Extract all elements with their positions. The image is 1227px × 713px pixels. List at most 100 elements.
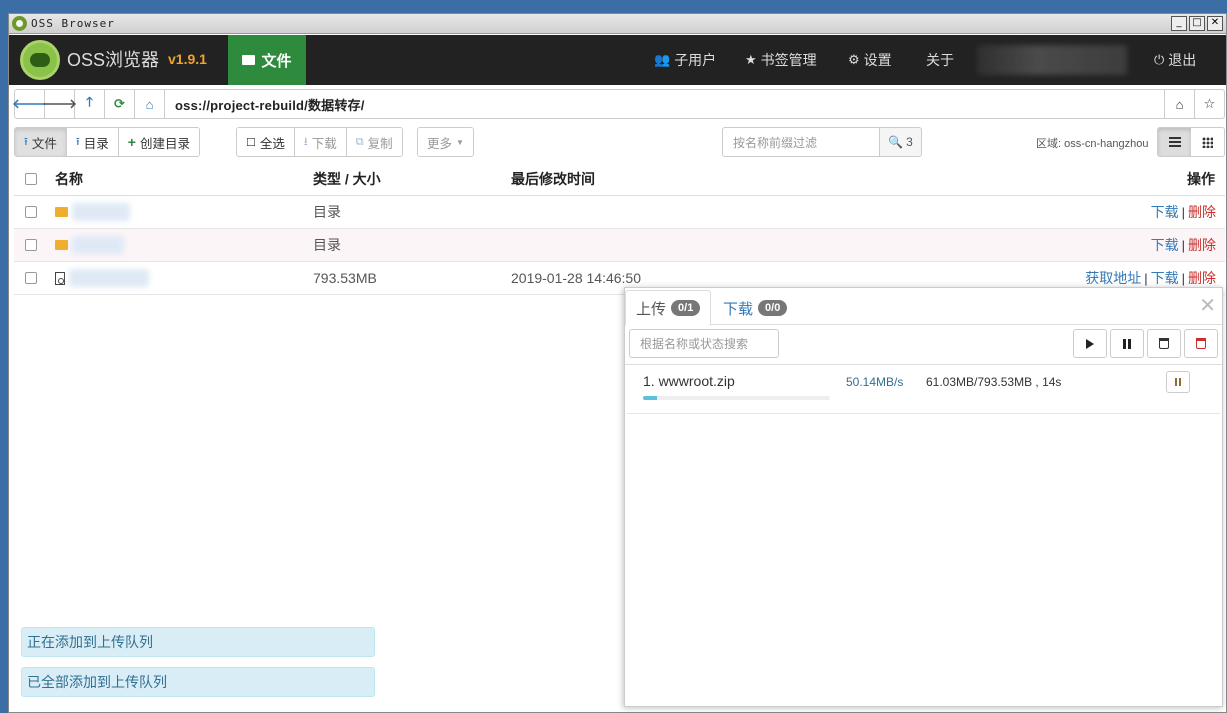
transfer-tabs: 上传 0/1 下载 0/0 ✕: [625, 288, 1222, 326]
job-progress-fill: [643, 396, 658, 400]
start-all-button[interactable]: [1073, 329, 1107, 358]
row-delete-link[interactable]: 删除: [1188, 268, 1216, 288]
nav-logout[interactable]: ⏻ 退出: [1154, 35, 1196, 85]
bookmark-button[interactable]: ☆: [1194, 90, 1224, 118]
clear-finished-button[interactable]: [1147, 329, 1181, 358]
back-button[interactable]: 🡐: [12, 90, 47, 118]
create-dir-label: 创建目录: [139, 136, 190, 151]
folder-icon: [55, 207, 68, 217]
row-delete-link[interactable]: 删除: [1188, 235, 1216, 255]
row-download-link[interactable]: 下载: [1151, 202, 1179, 222]
select-all-label: 全选: [259, 136, 285, 151]
transfer-search-input[interactable]: 根据名称或状态搜索: [629, 329, 779, 358]
maximize-button[interactable]: □: [1189, 16, 1205, 31]
row-get-url-link[interactable]: 获取地址: [1085, 268, 1141, 288]
download-button[interactable]: ⭳ 下载: [294, 128, 347, 156]
minimize-button[interactable]: _: [1171, 16, 1187, 31]
upload-badge: 0/1: [671, 300, 701, 316]
panel-close-icon[interactable]: ✕: [1199, 296, 1216, 316]
address-bar: 🡐 🡒 🡑 ⟳ ⌂ oss://project-rebuild/数据转存/ ⌂ …: [12, 89, 1225, 119]
tab-download[interactable]: 下载 0/0: [713, 290, 797, 326]
row-checkbox[interactable]: [25, 262, 37, 294]
table-row[interactable]: 目录 下载 | 删除: [14, 196, 1225, 229]
table-header: 名称 类型 / 大小 最后修改时间 操作: [14, 162, 1225, 196]
job-progress-bar: [643, 396, 830, 400]
nav-about[interactable]: 关于: [926, 35, 954, 85]
nav-tab-files[interactable]: 文件: [228, 35, 306, 85]
nav-bookmarks[interactable]: ★ 书签管理: [745, 35, 817, 85]
plus-icon: +: [127, 134, 136, 150]
filter-count[interactable]: 🔍 3: [879, 127, 922, 157]
forward-button[interactable]: 🡒: [42, 90, 77, 118]
file-table: 名称 类型 / 大小 最后修改时间 操作 目录 下载 | 删除 目录 下载 | 删除 7…: [14, 162, 1225, 295]
filter-count-value: 3: [906, 135, 913, 149]
upload-file-label: 文件: [31, 136, 57, 151]
app-window: OSS Browser _ □ ✕ OSS浏览器 v1.9.1 文件 👥 子用户…: [8, 13, 1227, 713]
caret-down-icon: ▼: [456, 137, 464, 147]
upload-file-button[interactable]: ⭱ 文件: [15, 128, 67, 156]
checkbox-icon: [25, 272, 37, 284]
grid-view-button[interactable]: [1191, 128, 1224, 156]
filter-input[interactable]: 按名称前缀过滤: [722, 127, 880, 157]
star-icon: ★: [745, 52, 757, 67]
row-checkbox[interactable]: [25, 229, 37, 261]
logo-icon: [20, 40, 60, 80]
row-name[interactable]: [55, 262, 149, 294]
row-checkbox[interactable]: [25, 196, 37, 228]
row-name[interactable]: [55, 229, 124, 261]
col-name[interactable]: 名称: [55, 162, 83, 195]
row-download-link[interactable]: 下载: [1151, 268, 1179, 288]
pause-all-button[interactable]: [1110, 329, 1144, 358]
arrow-right-icon: 🡒: [42, 96, 77, 111]
copy-label: 复制: [367, 136, 393, 151]
col-modified[interactable]: 最后修改时间: [511, 162, 595, 195]
file-icon: [55, 271, 65, 285]
name-redacted: [72, 236, 124, 254]
top-navbar: OSS浏览器 v1.9.1 文件 👥 子用户 ★ 书签管理 ⚙ 设置 关于 ⏻ …: [9, 35, 1226, 85]
row-download-link[interactable]: 下载: [1151, 235, 1179, 255]
remove-all-button[interactable]: [1184, 329, 1218, 358]
star-outline-icon: ☆: [1203, 96, 1216, 111]
arrow-up-icon: 🡑: [86, 94, 93, 109]
download-icon: ⭳: [303, 135, 308, 148]
region-label: 区域: oss-cn-hangzhou: [1036, 138, 1149, 150]
table-row[interactable]: 目录 下载 | 删除: [14, 229, 1225, 262]
refresh-icon: ⟳: [114, 96, 125, 111]
refresh-button[interactable]: ⟳: [105, 90, 135, 118]
list-icon: [1168, 137, 1181, 147]
row-name[interactable]: [55, 196, 130, 228]
brand-name: OSS浏览器: [67, 50, 160, 70]
home-icon: ⌂: [1175, 96, 1184, 112]
create-dir-button[interactable]: + 创建目录: [118, 128, 199, 156]
home-icon: ⌂: [145, 96, 154, 112]
transfer-panel: 上传 0/1 下载 0/0 ✕ 根据名称或状态搜索 1. wwwroot.zip…: [624, 287, 1223, 707]
pause-icon: [1123, 338, 1131, 349]
row-modified: 2019-01-28 14:46:50: [511, 270, 641, 286]
up-button[interactable]: 🡑: [75, 90, 105, 118]
address-input[interactable]: oss://project-rebuild/数据转存/: [165, 95, 1164, 114]
nav-settings[interactable]: ⚙ 设置: [848, 35, 892, 85]
nav-subusers[interactable]: 👥 子用户: [654, 35, 716, 85]
download-label: 下载: [311, 136, 337, 151]
select-all-button[interactable]: ☐ 全选: [237, 128, 295, 156]
upload-dir-button[interactable]: ⭱ 目录: [66, 128, 119, 156]
copy-button[interactable]: ⧉ 复制: [346, 128, 402, 156]
gear-icon: ⚙: [848, 52, 860, 67]
more-dropdown[interactable]: 更多 ▼: [418, 128, 473, 156]
search-icon: 🔍: [888, 135, 904, 149]
row-delete-link[interactable]: 删除: [1188, 202, 1216, 222]
selection-group: ☐ 全选 ⭳ 下载 ⧉ 复制: [236, 127, 403, 157]
tab-upload[interactable]: 上传 0/1: [625, 290, 712, 326]
job-pause-button[interactable]: [1166, 371, 1190, 393]
list-view-button[interactable]: [1158, 128, 1191, 156]
checkbox-icon: ☐: [246, 136, 256, 149]
grid-icon: [1202, 136, 1213, 148]
nav-tab-files-label: 文件: [261, 52, 292, 70]
col-type-size[interactable]: 类型 / 大小: [313, 162, 381, 195]
toast-added: 已全部添加到上传队列: [21, 667, 375, 697]
set-home-button[interactable]: ⌂: [1164, 90, 1194, 118]
upload-icon: ⭱: [24, 135, 28, 148]
close-button[interactable]: ✕: [1207, 16, 1223, 31]
root-home-button[interactable]: ⌂: [135, 90, 165, 118]
select-all-checkbox[interactable]: [25, 162, 37, 195]
